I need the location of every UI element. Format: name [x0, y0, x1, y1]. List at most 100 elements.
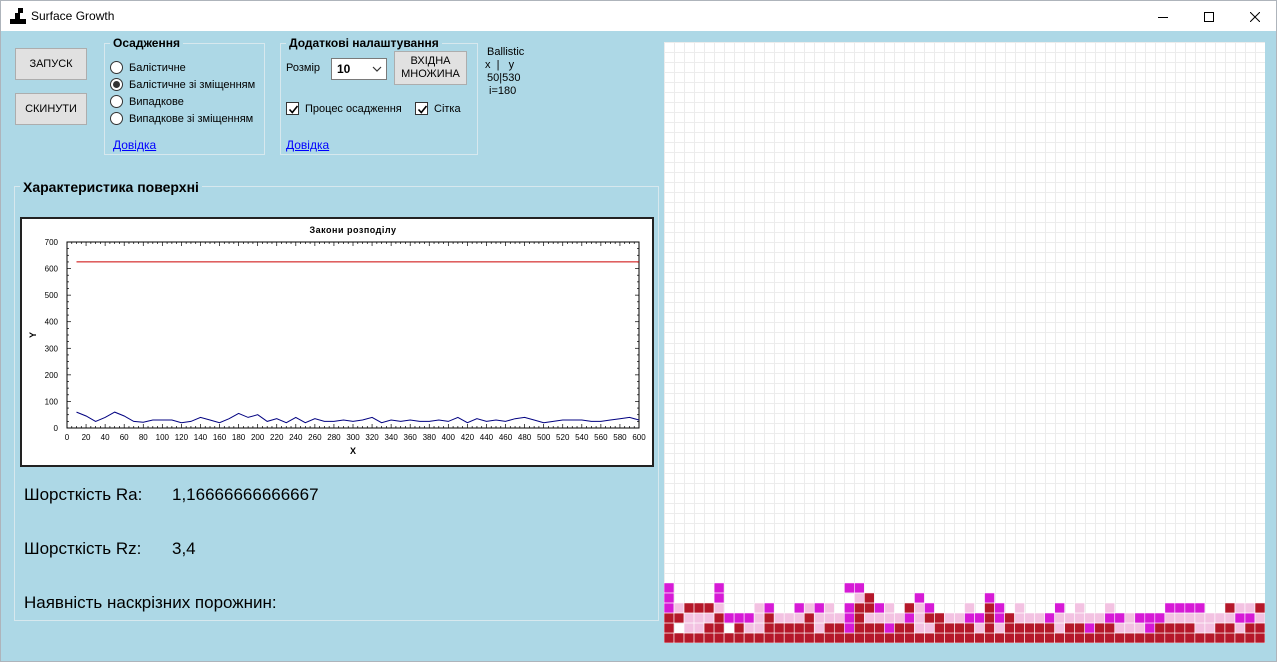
grid-svg: [663, 42, 1266, 644]
surface-grid-panel[interactable]: [663, 42, 1266, 644]
size-select-value: 10: [337, 62, 351, 76]
particle-cell: [673, 612, 685, 624]
particle-cell: [874, 602, 885, 614]
particle-cell: [864, 592, 875, 604]
particle-cell: [1044, 632, 1055, 644]
minimize-button[interactable]: [1140, 1, 1186, 32]
checkbox-box[interactable]: [286, 102, 299, 115]
particle-cell: [713, 582, 725, 594]
x-tick-label: 220: [270, 433, 284, 442]
grid-checkbox[interactable]: Сітка: [415, 102, 461, 115]
particle-cell: [673, 632, 685, 644]
x-tick-label: 320: [365, 433, 379, 442]
radio-button[interactable]: [110, 112, 123, 125]
grid-lines: [664, 42, 1266, 644]
minimize-icon: [1158, 16, 1168, 18]
deposition-option[interactable]: Випадкове: [110, 95, 184, 108]
particle-cell: [1194, 632, 1206, 644]
radio-button[interactable]: [110, 95, 123, 108]
particle-cell: [1024, 622, 1035, 634]
particle-cell: [914, 622, 925, 634]
particle-cell: [914, 632, 925, 644]
x-tick-label: 580: [613, 433, 627, 442]
deposition-option[interactable]: Балістичне: [110, 61, 186, 74]
client-area: ЗАПУСК СКИНУТИ Осадження Балістичне Баліс…: [0, 31, 1277, 662]
particle-cell: [693, 612, 705, 624]
settings-help-link[interactable]: Довідка: [286, 138, 329, 152]
reset-button[interactable]: СКИНУТИ: [15, 93, 87, 125]
particle-cell: [914, 592, 925, 604]
particle-cell: [763, 622, 775, 634]
particle-cell: [1004, 622, 1015, 634]
particle-cell: [884, 622, 895, 634]
particle-cell: [934, 622, 945, 634]
size-select[interactable]: 10: [331, 58, 387, 80]
particle-cell: [1024, 632, 1035, 644]
particle-cell: [753, 602, 765, 614]
start-button[interactable]: ЗАПУСК: [15, 48, 87, 80]
particle-cell: [984, 632, 995, 644]
input-set-button[interactable]: ВХІДНА МНОЖИНА: [394, 51, 467, 85]
x-tick-label: 300: [346, 433, 360, 442]
particle-cell: [894, 632, 905, 644]
particle-cell: [823, 622, 835, 634]
particle-cell: [1224, 612, 1236, 624]
deposition-option[interactable]: Балістичне зі зміщенням: [110, 78, 255, 91]
deposition-title: Осадження: [110, 36, 183, 50]
particle-cell: [984, 592, 995, 604]
deposition-option[interactable]: Випадкове зі зміщенням: [110, 112, 253, 125]
particle-cell: [1144, 622, 1156, 634]
maximize-icon: [1204, 11, 1214, 22]
radio-button[interactable]: [110, 78, 123, 91]
radio-button[interactable]: [110, 61, 123, 74]
particle-cell: [713, 632, 725, 644]
particle-cell: [974, 612, 985, 624]
particle-cell: [1204, 632, 1216, 644]
y-tick-label: 300: [45, 344, 59, 353]
x-tick-label: 540: [575, 433, 589, 442]
particle-cell: [803, 612, 815, 624]
particle-cell: [1194, 612, 1206, 624]
particle-cell: [844, 602, 855, 614]
particle-cell: [874, 612, 885, 624]
particle-cell: [783, 632, 795, 644]
particle-cell: [1104, 632, 1116, 644]
particle-cell: [894, 612, 905, 624]
particle-cell: [763, 602, 775, 614]
particle-cell: [1244, 632, 1256, 644]
x-tick-label: 120: [175, 433, 189, 442]
particle-cell: [1184, 602, 1196, 614]
particle-cell: [1224, 602, 1236, 614]
particle-cell: [854, 592, 865, 604]
particle-cell: [904, 622, 915, 634]
checkbox-box[interactable]: [415, 102, 428, 115]
x-tick-label: 600: [632, 433, 646, 442]
particle-cell: [854, 582, 865, 594]
x-tick-label: 20: [82, 433, 91, 442]
particle-cell: [1044, 622, 1055, 634]
particle-cell: [864, 602, 875, 614]
particle-cell: [884, 612, 895, 624]
roughness-rz-value: 3,4: [172, 539, 196, 558]
particle-cell: [713, 622, 725, 634]
deposition-option-label: Випадкове: [129, 95, 184, 108]
show-process-checkbox[interactable]: Процес осадження: [286, 102, 402, 115]
particle-cell: [1204, 612, 1216, 624]
maximize-button[interactable]: [1186, 1, 1232, 32]
particle-cell: [884, 632, 895, 644]
particle-cell: [924, 622, 935, 634]
particle-cell: [854, 612, 865, 624]
x-tick-label: 460: [499, 433, 513, 442]
particle-cell: [934, 612, 945, 624]
particle-cell: [813, 622, 825, 634]
deposition-help-link[interactable]: Довідка: [113, 138, 156, 152]
close-button[interactable]: [1232, 1, 1277, 32]
iteration-label: i=180: [489, 85, 517, 97]
chevron-down-icon: [372, 66, 382, 72]
particle-cell: [1174, 612, 1186, 624]
particle-cell: [1184, 612, 1196, 624]
particle-cell: [1154, 632, 1166, 644]
particle-cell: [1064, 622, 1075, 634]
particle-cell: [844, 612, 855, 624]
x-tick-label: 480: [518, 433, 532, 442]
